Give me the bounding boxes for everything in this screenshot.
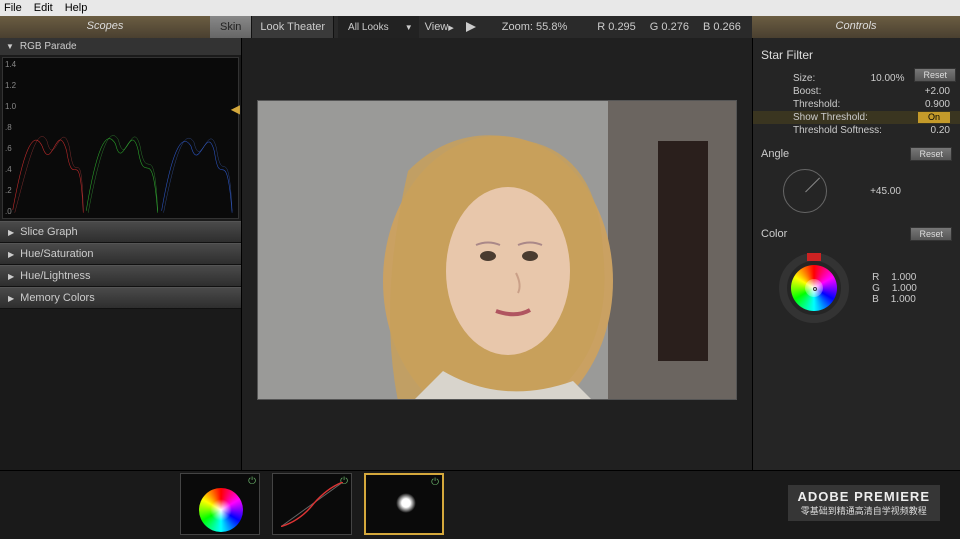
angle-value[interactable]: +45.00	[870, 186, 901, 197]
expand-icon: ▶	[8, 294, 14, 303]
power-icon[interactable]: ⏻	[248, 476, 256, 487]
param-size[interactable]: Size:10.00%	[753, 72, 914, 85]
reset-button-main[interactable]: Reset	[914, 68, 956, 82]
controls-panel: Star Filter Reset Size:10.00% Boost:+2.0…	[752, 38, 960, 470]
controls-panel-header: Controls	[752, 16, 960, 38]
expand-icon: ▶	[8, 228, 14, 237]
color-rgb-values: R1.000 G1.000 B1.000	[872, 272, 917, 305]
accordion-memory-colors[interactable]: ▶Memory Colors	[0, 287, 241, 309]
effect-thumb-starfilter[interactable]: ⏻	[364, 473, 444, 535]
angle-section-header: Angle Reset	[753, 143, 960, 165]
zoom-readout: Zoom: 55.8%	[482, 16, 587, 38]
filter-title: Star Filter	[753, 38, 960, 68]
collapse-icon: ▼	[6, 42, 14, 51]
accordion-hue-lightness[interactable]: ▶Hue/Lightness	[0, 265, 241, 287]
expand-icon: ▶	[8, 250, 14, 259]
skin-button[interactable]: Skin	[210, 16, 252, 38]
power-icon[interactable]: ⏻	[431, 477, 439, 488]
all-looks-dropdown[interactable]: All Looks	[338, 16, 419, 38]
toolbar: Scopes Skin Look Theater All Looks View …	[0, 16, 960, 38]
preview-image[interactable]	[257, 100, 737, 400]
rgb-parade-header[interactable]: ▼ RGB Parade	[0, 38, 241, 55]
color-wheel[interactable]	[779, 253, 849, 323]
view-button[interactable]: View ▸	[419, 16, 460, 38]
reset-button-color[interactable]: Reset	[910, 227, 952, 241]
rgb-readout: R 0.295 G 0.276 B 0.266	[587, 16, 751, 38]
waveform-graphic	[3, 58, 238, 215]
menu-bar: File Edit Help	[0, 0, 960, 16]
effect-thumb-colorwheel[interactable]: ⏻	[180, 473, 260, 535]
look-theater-label: Look Theater	[252, 16, 334, 38]
accordion-hue-saturation[interactable]: ▶Hue/Saturation	[0, 243, 241, 265]
viewer-panel	[242, 38, 752, 470]
color-section-header: Color Reset	[753, 223, 960, 245]
param-boost[interactable]: Boost:+2.00	[753, 85, 960, 98]
watermark: ADOBE PREMIERE 零基础到精通高清自学视频教程	[788, 485, 940, 521]
param-threshold-softness[interactable]: Threshold Softness:0.20	[753, 124, 960, 137]
accordion-slice-graph[interactable]: ▶Slice Graph	[0, 221, 241, 243]
expand-icon: ▶	[8, 272, 14, 281]
play-button[interactable]	[460, 16, 482, 38]
menu-file[interactable]: File	[4, 2, 22, 14]
scopes-panel: ▼ RGB Parade 1.41.21.0.8.6.4.2.0 ◀ ▶Slic…	[0, 38, 242, 470]
rgb-parade-scope: 1.41.21.0.8.6.4.2.0 ◀	[2, 57, 239, 219]
reset-button-angle[interactable]: Reset	[910, 147, 952, 161]
play-icon	[466, 22, 476, 32]
menu-edit[interactable]: Edit	[34, 2, 53, 14]
param-threshold[interactable]: Threshold:0.900	[753, 98, 960, 111]
param-show-threshold[interactable]: Show Threshold:On	[753, 111, 960, 124]
menu-help[interactable]: Help	[65, 2, 88, 14]
on-badge: On	[918, 112, 950, 123]
angle-dial[interactable]	[783, 169, 827, 213]
effect-thumb-curves[interactable]: ⏻	[272, 473, 352, 535]
scopes-panel-header: Scopes	[0, 16, 210, 38]
